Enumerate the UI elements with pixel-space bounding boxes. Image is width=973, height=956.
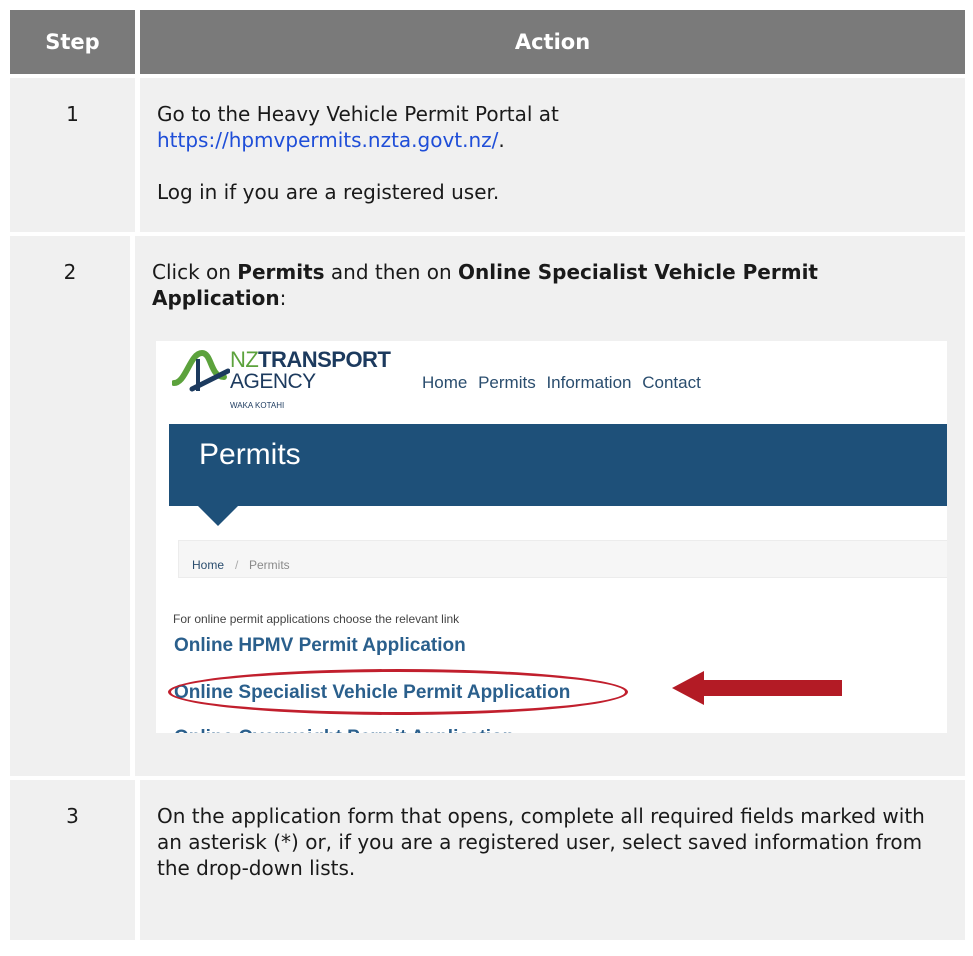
breadcrumb-current: Permits xyxy=(249,558,290,572)
header-step: Step xyxy=(10,10,140,74)
step-action: Click on Permits and then on Online Spec… xyxy=(135,236,965,776)
logo-agency: AGENCY xyxy=(230,370,316,393)
top-nav: Home Permits Information Contact xyxy=(422,370,707,396)
step-number: 2 xyxy=(10,236,135,776)
table-header: Step Action xyxy=(10,10,965,74)
step-text: Go to the Heavy Vehicle Permit Portal at xyxy=(157,102,559,126)
embedded-screenshot: NZ TRANSPORT AGENCY WAKA KOTAHI Home Per… xyxy=(156,341,947,733)
bold-permits: Permits xyxy=(237,260,325,284)
nav-information[interactable]: Information xyxy=(546,373,631,392)
breadcrumb-home[interactable]: Home xyxy=(192,552,224,578)
hpmv-permit-link[interactable]: Online HPMV Permit Application xyxy=(174,633,466,659)
nav-permits[interactable]: Permits xyxy=(478,373,536,392)
banner-title: Permits xyxy=(199,438,301,471)
nav-home[interactable]: Home xyxy=(422,373,467,392)
logo-icon xyxy=(172,349,230,392)
logo-waka: WAKA KOTAHI xyxy=(230,401,285,410)
step-action: On the application form that opens, comp… xyxy=(157,804,925,880)
header-action: Action xyxy=(140,10,965,74)
breadcrumb: Home / Permits xyxy=(178,540,947,578)
hint-text: For online permit applications choose th… xyxy=(173,612,460,626)
step-number: 3 xyxy=(10,780,140,940)
page-banner: Permits xyxy=(169,424,947,506)
nzta-logo: NZ TRANSPORT AGENCY WAKA KOTAHI xyxy=(172,347,391,410)
overweight-permit-link[interactable]: Online Overweight Permit Application xyxy=(174,725,514,733)
step-text: Click on Permits and then on Online Spec… xyxy=(152,260,818,310)
banner-pointer xyxy=(198,506,238,526)
nav-contact[interactable]: Contact xyxy=(642,373,701,392)
steps-table: Step Action 1 Go to the Heavy Vehicle Pe… xyxy=(10,10,965,940)
step-number: 1 xyxy=(10,78,140,232)
step-text: Log in if you are a registered user. xyxy=(157,180,500,204)
table-row-3: 3 On the application form that opens, co… xyxy=(10,780,965,940)
portal-link[interactable]: https://hpmvpermits.nzta.govt.nz/ xyxy=(157,128,498,152)
link-suffix: . xyxy=(498,128,505,152)
step-action: Go to the Heavy Vehicle Permit Portal at… xyxy=(140,78,965,232)
breadcrumb-separator: / xyxy=(235,558,239,572)
red-arrow-icon xyxy=(672,671,842,705)
table-row-2: 2 Click on Permits and then on Online Sp… xyxy=(10,236,965,776)
highlight-oval xyxy=(168,669,628,715)
table-row-1: 1 Go to the Heavy Vehicle Permit Portal … xyxy=(10,78,965,232)
